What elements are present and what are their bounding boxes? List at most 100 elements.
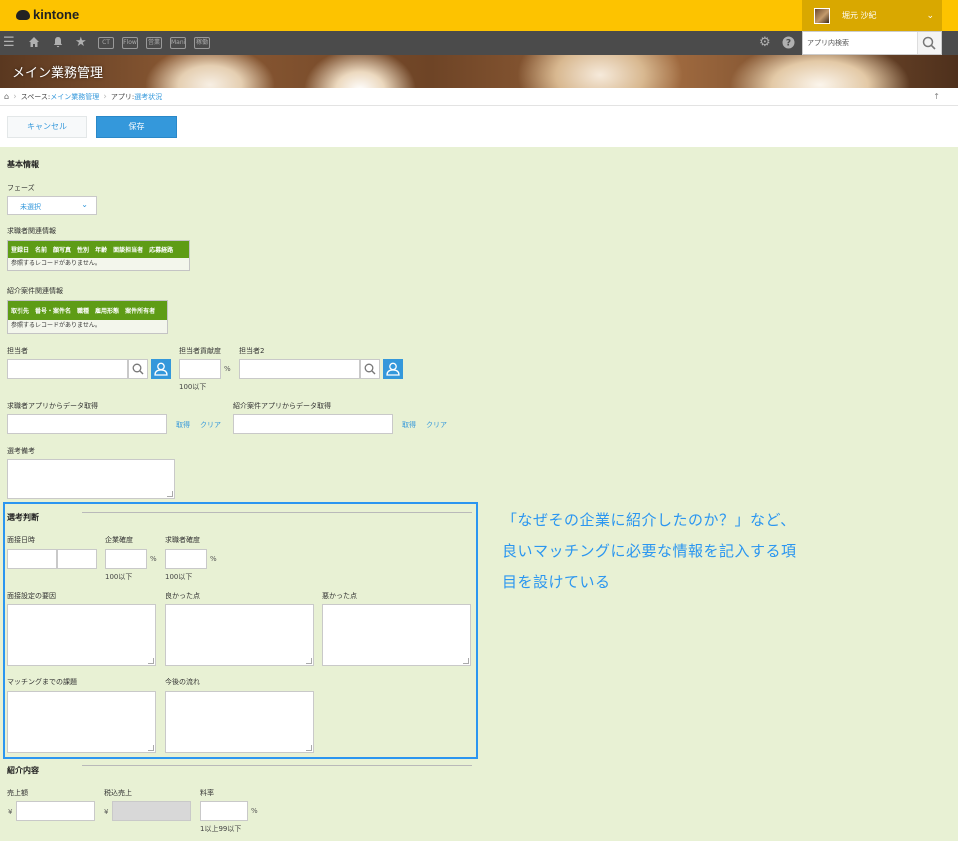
company-certainty-label: 企業確度 [105, 536, 133, 544]
pin-icon[interactable]: ↑ [933, 92, 940, 101]
assignee2-search-button[interactable] [360, 359, 380, 379]
candidate-ref-label: 求職者関連情報 [7, 227, 56, 235]
interview-reason-label: 面接設定の要因 [7, 592, 56, 600]
assignee-contribution-hint: 100以下 [179, 383, 207, 391]
reference-empty-message: 参照するレコードがありません。 [11, 322, 101, 329]
candidate-fetch-label: 求職者アプリからデータ取得 [7, 402, 98, 410]
search-icon [922, 36, 936, 50]
good-points-textarea[interactable] [165, 604, 314, 666]
bell-icon[interactable] [52, 36, 64, 52]
home-icon[interactable]: ⌂ [4, 92, 9, 101]
gear-icon[interactable]: ⚙ [759, 36, 771, 50]
interview-date-input[interactable] [7, 549, 57, 569]
breadcrumb-app-label: アプリ: [110, 92, 135, 101]
column-header: 顔写真 [53, 247, 72, 254]
group-basic-info-title: 基本情報 [7, 160, 39, 169]
job-fetch-link[interactable]: 取得 [402, 420, 416, 430]
assignee-contribution-label: 担当者貢献度 [179, 347, 221, 355]
user-menu[interactable]: 堀元 沙紀 ⌄ [802, 0, 942, 31]
phase-label: フェーズ [7, 184, 35, 192]
assignee-search-button[interactable] [128, 359, 148, 379]
annotation-line: 「なぜその企業に紹介したのか？」など、 [502, 511, 796, 529]
help-icon[interactable]: ? [782, 36, 795, 53]
app-sales[interactable]: 営業 [146, 37, 162, 49]
interview-reason-textarea[interactable] [7, 604, 156, 666]
app-search[interactable]: アプリ内検索 [802, 31, 942, 55]
assignee2-user-picker-button[interactable] [383, 359, 403, 379]
next-flow-label: 今後の流れ [165, 678, 200, 686]
breadcrumb-app-link[interactable]: 選考状況 [134, 92, 162, 102]
search-icon [364, 363, 376, 375]
app-ct[interactable]: CT [98, 37, 114, 49]
logo-text: kintone [33, 7, 80, 22]
column-header: 応募経路 [149, 247, 174, 254]
matching-issues-textarea[interactable] [7, 691, 156, 753]
assignee-input[interactable] [7, 359, 128, 379]
assignee-user-picker-button[interactable] [151, 359, 171, 379]
group-divider [82, 512, 472, 513]
candidate-lookup-input[interactable] [7, 414, 167, 434]
phase-value: 未選択 [20, 203, 41, 211]
reference-table-header: 取引先 番号・案件名 職種 雇用形態 案件所有者 [8, 301, 167, 320]
company-certainty-input[interactable] [105, 549, 147, 569]
cancel-button[interactable]: キャンセル [7, 116, 87, 138]
job-fetch-label: 紹介案件アプリからデータ取得 [233, 402, 331, 410]
app-mani[interactable]: Mani [170, 37, 186, 49]
search-input[interactable]: アプリ内検索 [807, 37, 917, 49]
next-flow-textarea[interactable] [165, 691, 314, 753]
assignee-contribution-input[interactable] [179, 359, 221, 379]
search-button[interactable] [917, 32, 941, 54]
save-button[interactable]: 保存 [96, 116, 177, 138]
percent-unit: % [210, 555, 217, 563]
user-icon [386, 362, 400, 376]
star-icon[interactable]: ★ [75, 36, 87, 50]
candidate-certainty-input[interactable] [165, 549, 207, 569]
annotation-text: 「なぜその企業に紹介したのか？」など、 良いマッチングに必要な情報を記入する項 … [502, 505, 922, 598]
kintone-logo[interactable]: kintone [16, 7, 79, 22]
assignee2-label: 担当者2 [239, 347, 265, 355]
column-header: 番号・案件名 [35, 308, 72, 315]
breadcrumb-space-link[interactable]: メイン業務管理 [50, 92, 99, 102]
job-lookup-input[interactable] [233, 414, 393, 434]
column-header: 登録日 [11, 247, 30, 254]
assignee-label: 担当者 [7, 347, 28, 355]
menu-icon[interactable]: ☰ [3, 36, 15, 50]
candidate-fetch-link[interactable]: 取得 [176, 420, 190, 430]
assignee2-input[interactable] [239, 359, 360, 379]
bad-points-textarea[interactable] [322, 604, 471, 666]
record-form: 基本情報 フェーズ 未選択 ⌄ 求職者関連情報 登録日 名前 顔写真 性別 年齢… [0, 147, 958, 841]
column-header: 性別 [77, 247, 90, 254]
banner-title: メイン業務管理 [12, 66, 104, 81]
chevron-down-icon: ⌄ [926, 10, 934, 21]
company-certainty-hint: 100以下 [105, 573, 133, 581]
sales-tax-field [112, 801, 191, 821]
kintone-logo-icon [16, 9, 30, 20]
breadcrumb-separator-icon: › [13, 91, 17, 102]
candidate-clear-link[interactable]: クリア [200, 420, 221, 430]
job-clear-link[interactable]: クリア [426, 420, 447, 430]
breadcrumb-separator-icon: › [103, 91, 107, 102]
column-header: 取引先 [11, 308, 30, 315]
column-header: 案件所有者 [125, 308, 156, 315]
phase-dropdown[interactable]: 未選択 ⌄ [7, 196, 97, 215]
home-icon[interactable] [28, 36, 40, 52]
app-flow[interactable]: Flow [122, 37, 138, 49]
good-points-label: 良かった点 [165, 592, 200, 600]
reference-empty-message: 参照するレコードがありません。 [11, 260, 101, 267]
svg-text:?: ? [786, 39, 791, 49]
group-intro-title: 紹介内容 [7, 766, 39, 775]
column-header: 職種 [77, 308, 90, 315]
selection-note-textarea[interactable] [7, 459, 175, 499]
user-icon [154, 362, 168, 376]
avatar [814, 7, 830, 24]
group-judgement-title: 選考判断 [7, 513, 39, 522]
fee-rate-label: 料率 [200, 789, 214, 797]
app-operation[interactable]: 稼働 [194, 37, 210, 49]
interview-time-input[interactable] [57, 549, 97, 569]
group-divider [82, 765, 472, 766]
sales-input[interactable] [16, 801, 95, 821]
fee-rate-input[interactable] [200, 801, 248, 821]
space-banner: メイン業務管理 [0, 55, 958, 88]
percent-unit: % [150, 555, 157, 563]
yen-unit: ¥ [104, 808, 109, 816]
